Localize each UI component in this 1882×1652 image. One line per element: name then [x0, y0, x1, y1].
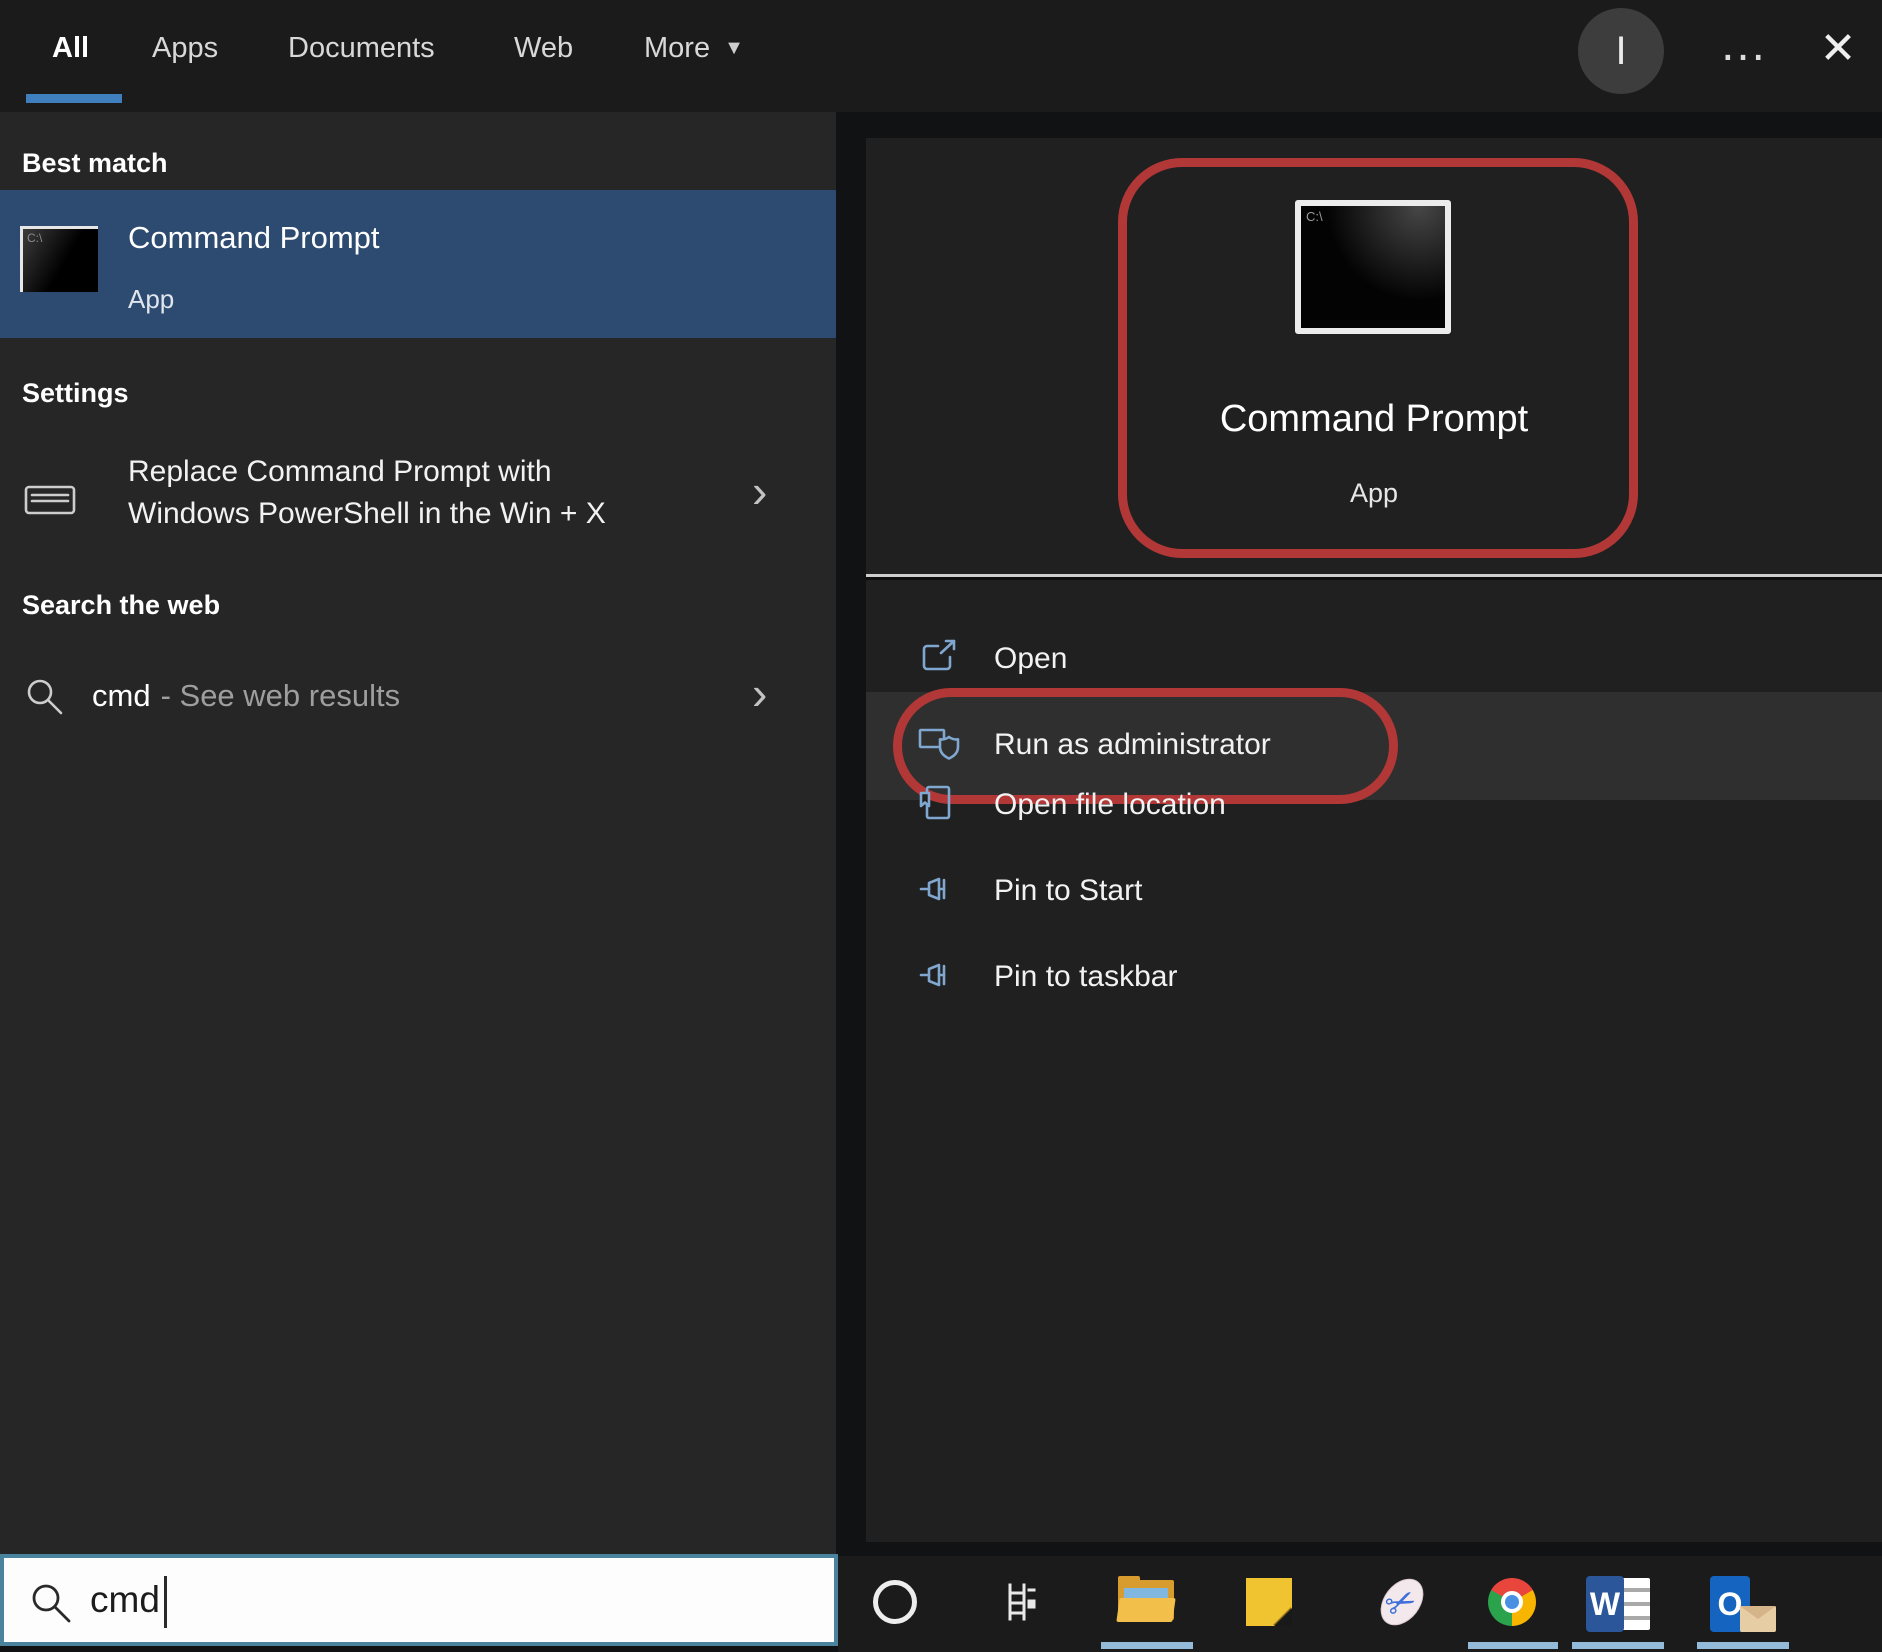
- tab-more-label: More: [644, 31, 711, 64]
- action-run-as-administrator-label: Run as administrator: [994, 728, 1271, 761]
- best-match-result-command-prompt[interactable]: C:\ Command Prompt App: [0, 190, 836, 338]
- windows-search-flyout: All Apps Documents Web More ▼ I … ✕ Best…: [0, 0, 1882, 1652]
- open-window-icon: [922, 639, 956, 671]
- outlook-icon[interactable]: O: [1710, 1576, 1778, 1632]
- settings-result-replace-cmd[interactable]: Replace Command Prompt with Windows Powe…: [0, 442, 836, 566]
- preview-panel: C:\ Command Prompt App Open Run as admin…: [866, 138, 1882, 1542]
- best-match-header: Best match: [22, 148, 168, 178]
- tab-web[interactable]: Web: [514, 0, 573, 96]
- close-button[interactable]: ✕: [1798, 8, 1878, 88]
- file-location-icon: [919, 785, 951, 820]
- word-icon[interactable]: W: [1586, 1576, 1652, 1632]
- chevron-right-icon: ›: [752, 667, 768, 719]
- tab-all-label: All: [52, 31, 90, 64]
- web-result-text: cmd - See web results: [92, 678, 400, 714]
- action-pin-to-taskbar[interactable]: Pin to taskbar: [866, 938, 1882, 1018]
- preview-app-title: Command Prompt: [1219, 398, 1529, 440]
- web-result-query: cmd: [92, 678, 151, 713]
- command-prompt-large-icon-glyph: C:\: [1306, 209, 1323, 224]
- action-pin-to-start-label: Pin to Start: [994, 874, 1143, 907]
- best-match-title: Command Prompt: [128, 220, 380, 255]
- running-indicator-chrome: [1468, 1642, 1558, 1649]
- running-indicator-explorer: [1101, 1642, 1193, 1649]
- action-open-label: Open: [994, 642, 1068, 675]
- admin-shield-icon: [918, 728, 960, 760]
- pin-icon: [919, 877, 946, 901]
- command-prompt-icon-glyph: C:\: [27, 231, 43, 245]
- action-open-file-location[interactable]: Open file location: [866, 766, 1882, 846]
- pin-icon: [919, 963, 946, 987]
- avatar-initial: I: [1615, 28, 1627, 73]
- snipping-tool-icon[interactable]: ✂: [1371, 1570, 1433, 1634]
- settings-result-line2: Windows PowerShell in the Win + X: [128, 497, 606, 530]
- tab-apps-label: Apps: [152, 31, 219, 64]
- running-indicator-word: [1572, 1642, 1664, 1649]
- command-prompt-icon: C:\: [20, 226, 98, 292]
- preview-app-subtitle: App: [1349, 478, 1399, 508]
- command-prompt-large-icon: C:\: [1295, 200, 1451, 334]
- search-filter-bar: All Apps Documents Web More ▼ I … ✕: [0, 0, 1882, 112]
- tab-documents[interactable]: Documents: [288, 0, 435, 96]
- settings-result-line1: Replace Command Prompt with: [128, 455, 552, 488]
- envelope-icon: [1740, 1606, 1776, 1632]
- task-view-icon[interactable]: [996, 1580, 1040, 1624]
- search-icon: [27, 679, 63, 715]
- tab-web-label: Web: [514, 31, 574, 64]
- chevron-right-icon: ›: [752, 465, 768, 517]
- search-input[interactable]: [90, 1566, 730, 1634]
- tab-all[interactable]: All: [52, 0, 89, 96]
- web-result-suffix: - See web results: [160, 678, 401, 713]
- more-options-button[interactable]: …: [1702, 2, 1786, 86]
- taskbar-search-box[interactable]: [0, 1554, 838, 1646]
- running-indicator-outlook: [1697, 1642, 1789, 1649]
- search-the-web-header: Search the web: [22, 590, 221, 620]
- action-open[interactable]: Open: [866, 620, 1882, 700]
- taskbar: ✂ W O: [838, 1556, 1882, 1652]
- text-caret: [164, 1576, 167, 1628]
- chrome-icon[interactable]: [1488, 1578, 1536, 1626]
- action-open-file-location-label: Open file location: [994, 788, 1226, 821]
- action-pin-to-taskbar-label: Pin to taskbar: [994, 960, 1178, 993]
- sticky-notes-icon[interactable]: [1246, 1578, 1292, 1626]
- cortana-icon[interactable]: [873, 1580, 917, 1624]
- dropdown-arrow-icon: ▼: [724, 36, 744, 59]
- settings-header: Settings: [22, 378, 129, 408]
- tab-documents-label: Documents: [288, 31, 435, 64]
- best-match-subtitle: App: [128, 284, 175, 314]
- file-explorer-icon[interactable]: [1116, 1576, 1176, 1626]
- user-avatar[interactable]: I: [1578, 8, 1664, 94]
- search-icon: [32, 1584, 71, 1623]
- word-letter: W: [1586, 1576, 1624, 1632]
- preview-separator: [866, 574, 1882, 577]
- settings-window-icon: [24, 485, 76, 515]
- action-pin-to-start[interactable]: Pin to Start: [866, 852, 1882, 932]
- web-result-cmd[interactable]: cmd - See web results ›: [0, 660, 836, 752]
- tab-apps[interactable]: Apps: [152, 0, 218, 96]
- tab-more[interactable]: More ▼: [644, 0, 744, 96]
- results-panel: Best match C:\ Command Prompt App Settin…: [0, 112, 836, 1556]
- tab-all-underline: [26, 94, 122, 103]
